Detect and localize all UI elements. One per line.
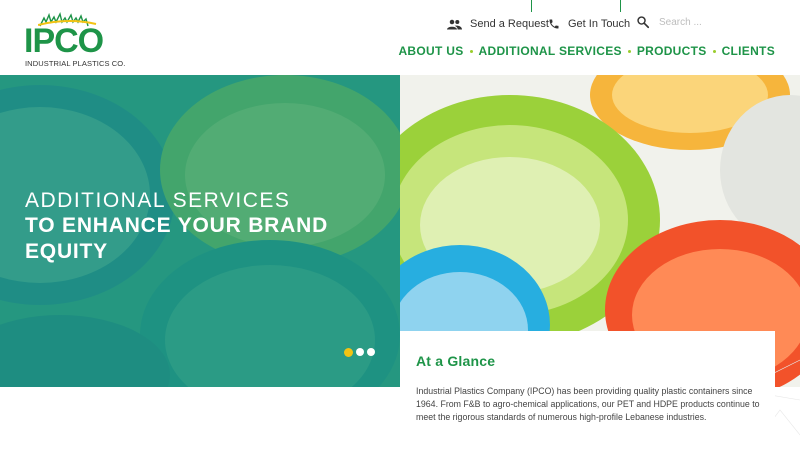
nav-item-additional-services[interactable]: ADDITIONAL SERVICES — [479, 44, 622, 58]
glance-title: At a Glance — [416, 353, 496, 369]
get-in-touch-link[interactable]: Get In Touch — [548, 16, 630, 32]
logo-wordmark: IPCO — [24, 22, 104, 60]
slider-pagination — [344, 347, 378, 357]
search-input[interactable] — [659, 16, 769, 28]
send-request-label: Send a Request — [470, 18, 549, 30]
main-nav: ABOUT US ADDITIONAL SERVICES PRODUCTS CL… — [398, 44, 775, 58]
nav-item-products[interactable]: PRODUCTS — [637, 44, 707, 58]
get-in-touch-label: Get In Touch — [568, 18, 631, 30]
nav-separator — [712, 49, 716, 53]
nav-item-clients[interactable]: CLIENTS — [722, 44, 775, 58]
nav-separator — [627, 49, 631, 53]
slider-dot-3[interactable] — [367, 348, 375, 356]
divider — [620, 0, 621, 12]
send-request-link[interactable]: Send a Request — [447, 16, 549, 32]
site-header: IPCO INDUSTRIAL PLASTICS CO. Send a Requ… — [0, 0, 800, 75]
divider — [531, 0, 532, 12]
search-icon[interactable] — [636, 15, 650, 29]
nav-item-about-us[interactable]: ABOUT US — [398, 44, 463, 58]
hero-kicker: ADDITIONAL SERVICES — [25, 189, 291, 212]
ipco-logo[interactable]: IPCO INDUSTRIAL PLASTICS CO. — [24, 10, 126, 68]
nav-separator — [469, 49, 473, 53]
search-box — [636, 15, 769, 29]
logo-tagline: INDUSTRIAL PLASTICS CO. — [25, 59, 126, 68]
glance-body: Industrial Plastics Company (IPCO) has b… — [416, 386, 760, 422]
hero-title: TO ENHANCE YOUR BRAND EQUITY — [25, 214, 329, 263]
at-a-glance-card: At a Glance Industrial Plastics Company … — [400, 331, 775, 450]
phone-icon — [549, 19, 559, 29]
people-icon — [447, 19, 462, 29]
slider-dot-1[interactable] — [344, 347, 353, 357]
slider-dot-2[interactable] — [356, 348, 364, 356]
